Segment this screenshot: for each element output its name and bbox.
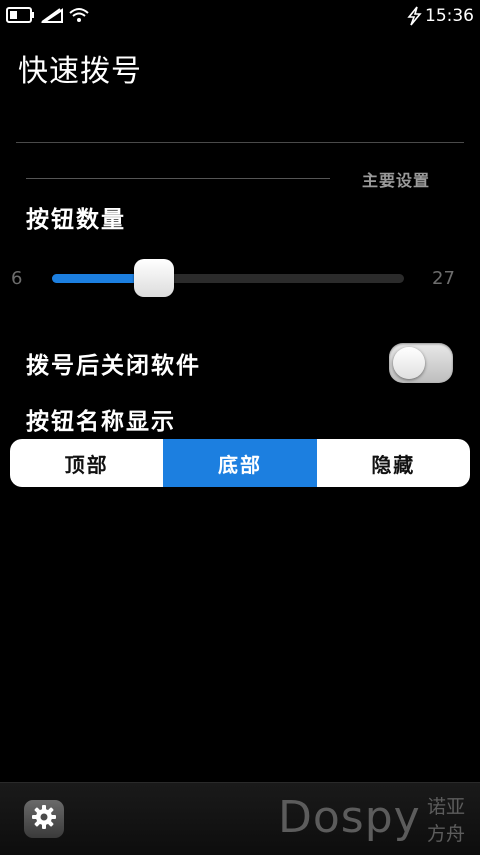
watermark-cn-line1: 诺亚 [427, 796, 466, 818]
usb-charging-icon [404, 6, 424, 30]
button-count-slider-track[interactable] [52, 274, 404, 283]
close-after-dial-label: 拨号后关闭软件 [26, 353, 201, 379]
watermark-cn: 诺亚 方舟 [427, 794, 465, 848]
wifi-icon [68, 6, 90, 28]
button-name-display-label: 按钮名称显示 [26, 409, 176, 435]
watermark-cn-line2: 方舟 [427, 823, 466, 845]
page-title: 快速拨号 [18, 54, 142, 89]
battery-icon [6, 6, 36, 28]
watermark-brand: Dospy [278, 792, 421, 843]
status-bar: 15:36 [0, 0, 480, 34]
toggle-knob [393, 347, 425, 379]
title-divider [16, 142, 464, 143]
settings-button[interactable] [24, 800, 64, 838]
section-label-main-settings: 主要设置 [362, 171, 431, 190]
button-count-label: 按钮数量 [26, 207, 126, 233]
close-after-dial-toggle[interactable] [389, 343, 453, 383]
slider-max-label: 27 [432, 268, 455, 289]
gear-icon [30, 803, 58, 835]
no-signal-icon [40, 6, 64, 28]
status-time: 15:36 [425, 6, 474, 26]
slider-min-label: 6 [11, 268, 23, 289]
segment-hide[interactable]: 隐藏 [317, 439, 470, 487]
segment-top[interactable]: 顶部 [10, 439, 163, 487]
button-name-display-segmented-control: 顶部 底部 隐藏 [10, 439, 470, 487]
segment-bottom[interactable]: 底部 [163, 439, 317, 487]
button-count-slider-thumb[interactable] [134, 259, 175, 297]
section-divider [26, 178, 330, 179]
